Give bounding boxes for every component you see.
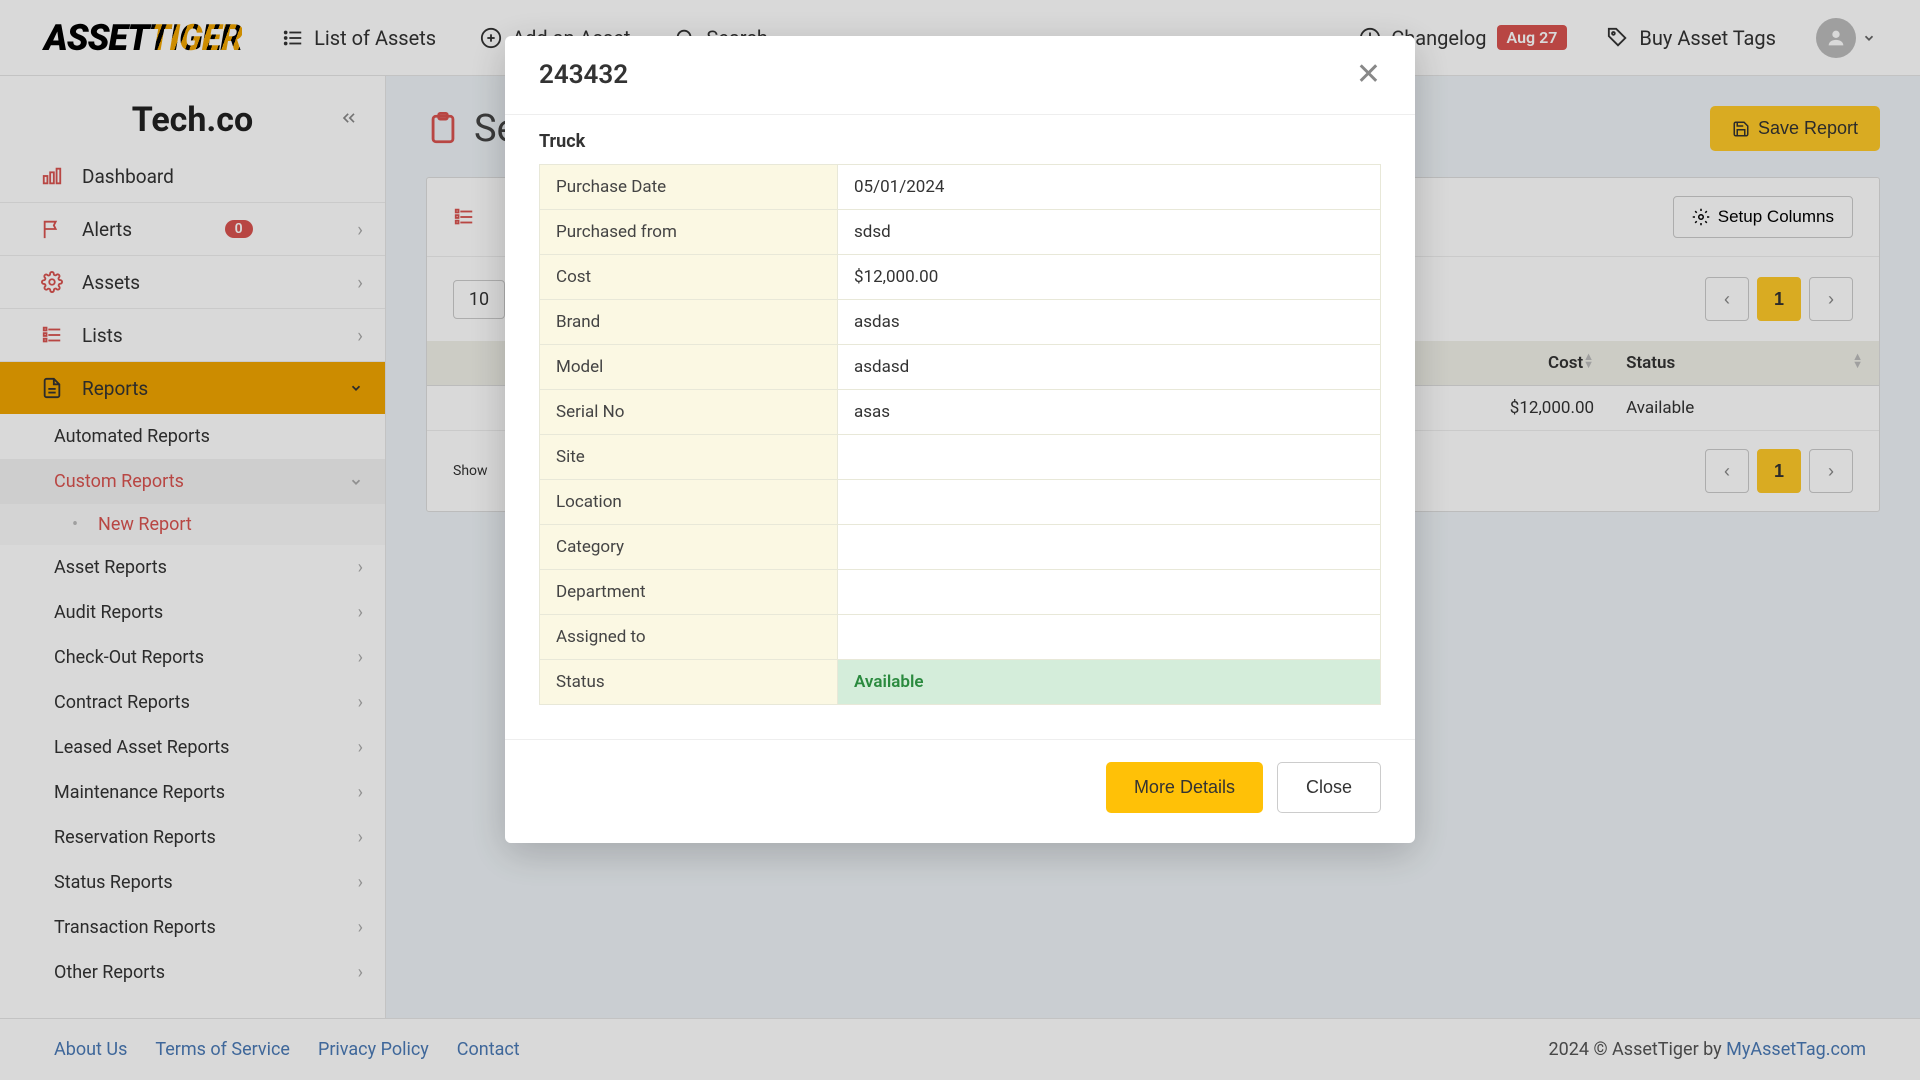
- detail-row: Brandasdas: [540, 300, 1381, 345]
- detail-row: Site: [540, 435, 1381, 480]
- detail-row: Department: [540, 570, 1381, 615]
- detail-label: Cost: [540, 255, 838, 300]
- detail-label: Category: [540, 525, 838, 570]
- detail-value: $12,000.00: [838, 255, 1381, 300]
- detail-label: Site: [540, 435, 838, 480]
- modal-title: 243432: [539, 60, 628, 90]
- detail-value: [838, 570, 1381, 615]
- detail-row: Cost$12,000.00: [540, 255, 1381, 300]
- detail-label: Location: [540, 480, 838, 525]
- detail-value: sdsd: [838, 210, 1381, 255]
- detail-label: Purchase Date: [540, 165, 838, 210]
- detail-value: [838, 615, 1381, 660]
- close-button[interactable]: Close: [1277, 762, 1381, 813]
- detail-label: Model: [540, 345, 838, 390]
- detail-value: asdasd: [838, 345, 1381, 390]
- detail-label: Status: [540, 660, 838, 705]
- detail-label: Assigned to: [540, 615, 838, 660]
- detail-row: Serial Noasas: [540, 390, 1381, 435]
- detail-row: Purchased fromsdsd: [540, 210, 1381, 255]
- detail-row: Modelasdasd: [540, 345, 1381, 390]
- detail-value: asas: [838, 390, 1381, 435]
- detail-label: Purchased from: [540, 210, 838, 255]
- detail-value: [838, 525, 1381, 570]
- button-label: More Details: [1134, 777, 1235, 797]
- asset-detail-table: Purchase Date05/01/2024Purchased fromsds…: [539, 164, 1381, 705]
- modal-subtitle: Truck: [539, 131, 1381, 152]
- button-label: Close: [1306, 777, 1352, 797]
- detail-label: Department: [540, 570, 838, 615]
- detail-value: Available: [838, 660, 1381, 705]
- detail-row: Category: [540, 525, 1381, 570]
- detail-value: asdas: [838, 300, 1381, 345]
- detail-label: Serial No: [540, 390, 838, 435]
- modal-close-button[interactable]: ✕: [1356, 60, 1381, 90]
- detail-row: Location: [540, 480, 1381, 525]
- detail-value: 05/01/2024: [838, 165, 1381, 210]
- close-icon: ✕: [1356, 58, 1381, 91]
- more-details-button[interactable]: More Details: [1106, 762, 1263, 813]
- detail-row: Assigned to: [540, 615, 1381, 660]
- detail-row: StatusAvailable: [540, 660, 1381, 705]
- asset-detail-modal: 243432 ✕ Truck Purchase Date05/01/2024Pu…: [505, 36, 1415, 843]
- detail-label: Brand: [540, 300, 838, 345]
- detail-value: [838, 480, 1381, 525]
- detail-value: [838, 435, 1381, 480]
- detail-row: Purchase Date05/01/2024: [540, 165, 1381, 210]
